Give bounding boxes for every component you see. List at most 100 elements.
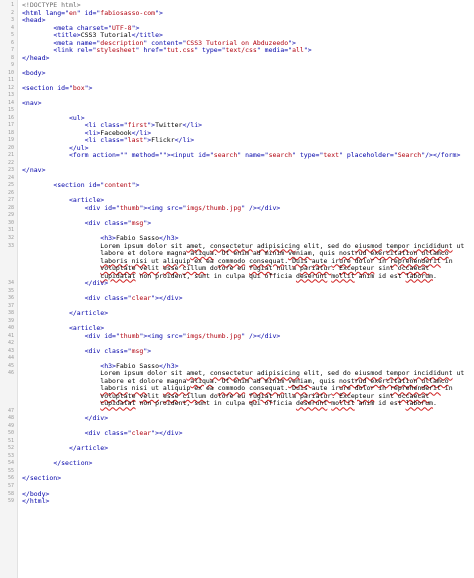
line-text: </div> <box>84 414 109 423</box>
line-number: 14 <box>7 99 14 106</box>
line-number: 54 <box>7 460 14 467</box>
code-line[interactable]: 57 <box>0 483 474 491</box>
line-number: 51 <box>7 437 14 444</box>
line-number: 50 <box>7 430 14 437</box>
line-number: 1 <box>10 2 14 8</box>
line-text: <nav> <box>22 98 42 107</box>
line-number: 40 <box>7 325 14 332</box>
line-number: 56 <box>7 475 14 482</box>
line-number: 22 <box>7 159 14 166</box>
line-number: 55 <box>7 467 14 474</box>
line-number: 46 <box>7 370 14 377</box>
line-number: 49 <box>7 422 14 429</box>
line-number: 19 <box>7 137 14 144</box>
line-number: 3 <box>10 17 14 24</box>
line-number: 11 <box>7 77 14 84</box>
code-line[interactable]: 7 <link rel="stylesheet" href="tut.css" … <box>0 46 474 55</box>
line-number: 32 <box>7 234 14 241</box>
line-text: <div class="clear"></div> <box>84 429 183 438</box>
code-line[interactable]: 25 <section id="content"> <box>0 182 474 190</box>
code-line[interactable]: 50 <div class="clear"></div> <box>0 430 474 438</box>
line-number: 15 <box>7 107 14 114</box>
line-text: <div id="thumb"><img src="imgs/thumb.jpg… <box>84 203 281 212</box>
line-number: 42 <box>7 340 14 347</box>
line-number: 57 <box>7 483 14 489</box>
line-number: 38 <box>7 310 14 317</box>
line-number: 23 <box>7 167 14 174</box>
line-number: 16 <box>7 114 14 121</box>
line-number: 31 <box>7 227 14 234</box>
code-line[interactable]: 36 <div class="clear"></div> <box>0 294 474 303</box>
code-line[interactable]: 9 <box>0 62 474 70</box>
code-line[interactable]: 56 </section> <box>0 475 474 483</box>
code-line[interactable]: 38 </article> <box>0 309 474 318</box>
line-number: 27 <box>7 197 14 204</box>
line-number: 7 <box>10 47 14 54</box>
code-line[interactable]: cupidatat non proident, sunt in culpa qu… <box>0 400 474 408</box>
line-text: <div class="clear"></div> <box>84 294 183 303</box>
line-number: 13 <box>7 92 14 99</box>
code-line[interactable]: 30 <div class="msg"> <box>0 218 474 228</box>
line-text: <link rel="stylesheet" href="tut.css" ty… <box>53 46 312 55</box>
line-number: 36 <box>7 295 14 302</box>
line-text: <form action="" method=""><input id="sea… <box>68 151 461 160</box>
line-number: 24 <box>7 174 14 181</box>
line-number: 17 <box>7 122 14 129</box>
line-number: 53 <box>7 452 14 459</box>
code-line[interactable]: 13 <box>0 92 474 100</box>
line-number: 59 <box>7 498 14 505</box>
code-line[interactable]: 28 <div id="thumb"><img src="imgs/thumb.… <box>0 203 474 213</box>
line-text: <div class="msg"> <box>84 218 152 227</box>
code-line[interactable]: 8 </head> <box>0 53 474 63</box>
code-line[interactable]: 41 <div id="thumb"><img src="imgs/thumb.… <box>0 331 474 341</box>
line-text: <section id="content"> <box>53 181 140 190</box>
line-number: 45 <box>7 362 14 369</box>
code-line[interactable]: 54 </section> <box>0 460 474 468</box>
line-number: 52 <box>7 445 14 452</box>
code-area[interactable]: 1 <!DOCTYPE html> 2 <html lang="en" id="fab… <box>0 1 474 506</box>
line-number: 37 <box>7 302 14 309</box>
code-line[interactable]: 2 <html lang="en" id="fabiosasso-com"> <box>0 9 474 18</box>
line-number: 29 <box>7 212 14 219</box>
line-text: </article> <box>68 444 109 453</box>
code-line[interactable]: 21 <form action="" method=""><input id="… <box>0 152 474 160</box>
code-line[interactable]: 14 <nav> <box>0 98 474 108</box>
code-line[interactable]: 43 <div class="msg"> <box>0 346 474 356</box>
line-number: 4 <box>10 24 14 31</box>
code-line[interactable]: 12 <section id="box"> <box>0 83 474 93</box>
line-number: 12 <box>7 84 14 91</box>
line-number: 39 <box>7 317 14 324</box>
line-text: </div> <box>84 279 109 288</box>
line-number: 30 <box>7 219 14 226</box>
line-number: 18 <box>7 129 14 136</box>
line-number: 26 <box>7 189 14 196</box>
line-number: 43 <box>7 347 14 354</box>
code-line[interactable]: 52 </article> <box>0 445 474 453</box>
line-text: <div id="thumb"><img src="imgs/thumb.jpg… <box>84 331 281 340</box>
line-text: <div class="msg"> <box>84 346 152 355</box>
line-text: <section id="box"> <box>22 83 93 92</box>
line-text: </head> <box>22 53 50 62</box>
line-number: 20 <box>7 144 14 151</box>
code-line[interactable]: 10 <body> <box>0 69 474 78</box>
line-number: 41 <box>7 332 14 339</box>
line-text: </article> <box>68 309 109 318</box>
line-number: 33 <box>7 242 14 249</box>
line-text: </section> <box>53 459 93 468</box>
code-editor[interactable]: 1 <!DOCTYPE html> 2 <html lang="en" id="fab… <box>0 0 474 578</box>
code-line[interactable]: 58 </body> <box>0 490 474 499</box>
code-line[interactable]: 34 </div> <box>0 279 474 288</box>
line-number: 34 <box>7 280 14 287</box>
line-number: 35 <box>7 287 14 294</box>
code-line[interactable]: 22 <box>0 160 474 168</box>
line-number: 58 <box>7 490 14 497</box>
code-line[interactable]: 59 </html> <box>0 497 474 506</box>
code-line[interactable]: 23 </nav> <box>0 167 474 175</box>
line-number: 47 <box>7 407 14 414</box>
code-line[interactable]: 48 </div> <box>0 415 474 423</box>
line-number: 10 <box>7 69 14 76</box>
line-number: 6 <box>10 39 14 46</box>
line-number: 48 <box>7 415 14 422</box>
line-number: 5 <box>10 32 14 39</box>
code-line[interactable]: 55 <box>0 468 474 476</box>
